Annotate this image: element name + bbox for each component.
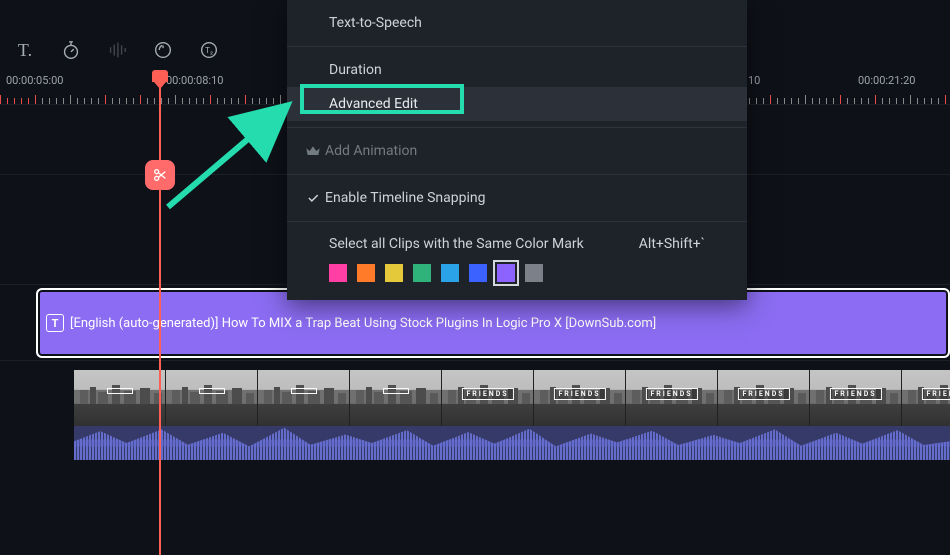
text-tool-icon[interactable]: T. bbox=[14, 39, 36, 61]
crown-icon bbox=[301, 143, 325, 159]
video-thumbnail: FRIENDS bbox=[718, 370, 810, 426]
menu-item-advanced-edit[interactable]: Advanced Edit bbox=[287, 87, 747, 121]
video-thumbnail: FRIENDS bbox=[810, 370, 902, 426]
playhead[interactable] bbox=[159, 70, 161, 555]
cut-marker-icon[interactable] bbox=[145, 160, 175, 190]
menu-item-label: Select all Clips with the Same Color Mar… bbox=[329, 236, 584, 252]
video-thumbnail: FRIENDS bbox=[534, 370, 626, 426]
video-thumbnail bbox=[350, 370, 442, 426]
color-swatch[interactable] bbox=[357, 264, 375, 282]
color-swatch[interactable] bbox=[525, 264, 543, 282]
subtitle-clip-label: [English (auto-generated)] How To MIX a … bbox=[70, 316, 656, 331]
color-swatch[interactable] bbox=[413, 264, 431, 282]
menu-item-add-animation: Add Animation bbox=[287, 134, 747, 168]
ruler-time: 00:00:21:20 bbox=[858, 74, 915, 87]
menu-item-colormark: Select all Clips with the Same Color Mar… bbox=[287, 228, 747, 258]
speed-circle-icon[interactable] bbox=[152, 39, 174, 61]
color-swatch[interactable] bbox=[497, 264, 515, 282]
subtitle-type-badge: T bbox=[46, 314, 64, 332]
check-icon bbox=[301, 191, 325, 205]
stopwatch-icon[interactable] bbox=[60, 39, 82, 61]
ruler-time: 00:00:05:00 bbox=[6, 74, 63, 87]
menu-item-label: Add Animation bbox=[325, 143, 417, 159]
svg-text:T₂: T₂ bbox=[205, 46, 213, 56]
video-thumbnail: FRIENDS bbox=[902, 370, 950, 426]
menu-item-label: Advanced Edit bbox=[329, 96, 418, 112]
text-circle-icon[interactable]: T₂ bbox=[198, 39, 220, 61]
color-swatch[interactable] bbox=[385, 264, 403, 282]
video-thumbnail bbox=[258, 370, 350, 426]
menu-item-label: Text-to-Speech bbox=[329, 15, 422, 31]
color-swatch-row bbox=[287, 258, 747, 286]
audio-bars-icon bbox=[106, 39, 128, 61]
menu-item-tts[interactable]: Text-to-Speech bbox=[287, 6, 747, 40]
color-swatch[interactable] bbox=[469, 264, 487, 282]
video-thumbnail: FRIENDS bbox=[442, 370, 534, 426]
ruler-overflow: 10 bbox=[748, 74, 760, 87]
color-swatch[interactable] bbox=[441, 264, 459, 282]
ruler-time: 00:00:08:10 bbox=[166, 74, 223, 87]
video-clip[interactable]: FRIENDSFRIENDSFRIENDSFRIENDSFRIENDSFRIEN… bbox=[74, 370, 950, 426]
menu-item-duration[interactable]: Duration bbox=[287, 53, 747, 87]
menu-item-label: Enable Timeline Snapping bbox=[325, 190, 485, 206]
playhead-cap-icon[interactable] bbox=[152, 70, 168, 82]
menu-item-snapping[interactable]: Enable Timeline Snapping bbox=[287, 181, 747, 215]
color-swatch[interactable] bbox=[329, 264, 347, 282]
menu-item-label: Duration bbox=[329, 62, 382, 78]
menu-shortcut: Alt+Shift+` bbox=[639, 236, 705, 252]
video-thumbnail: FRIENDS bbox=[626, 370, 718, 426]
audio-clip[interactable] bbox=[74, 426, 950, 460]
video-thumbnail bbox=[74, 370, 166, 426]
video-thumbnail bbox=[166, 370, 258, 426]
context-menu: Text-to-Speech Duration Advanced Edit Ad… bbox=[287, 0, 747, 300]
